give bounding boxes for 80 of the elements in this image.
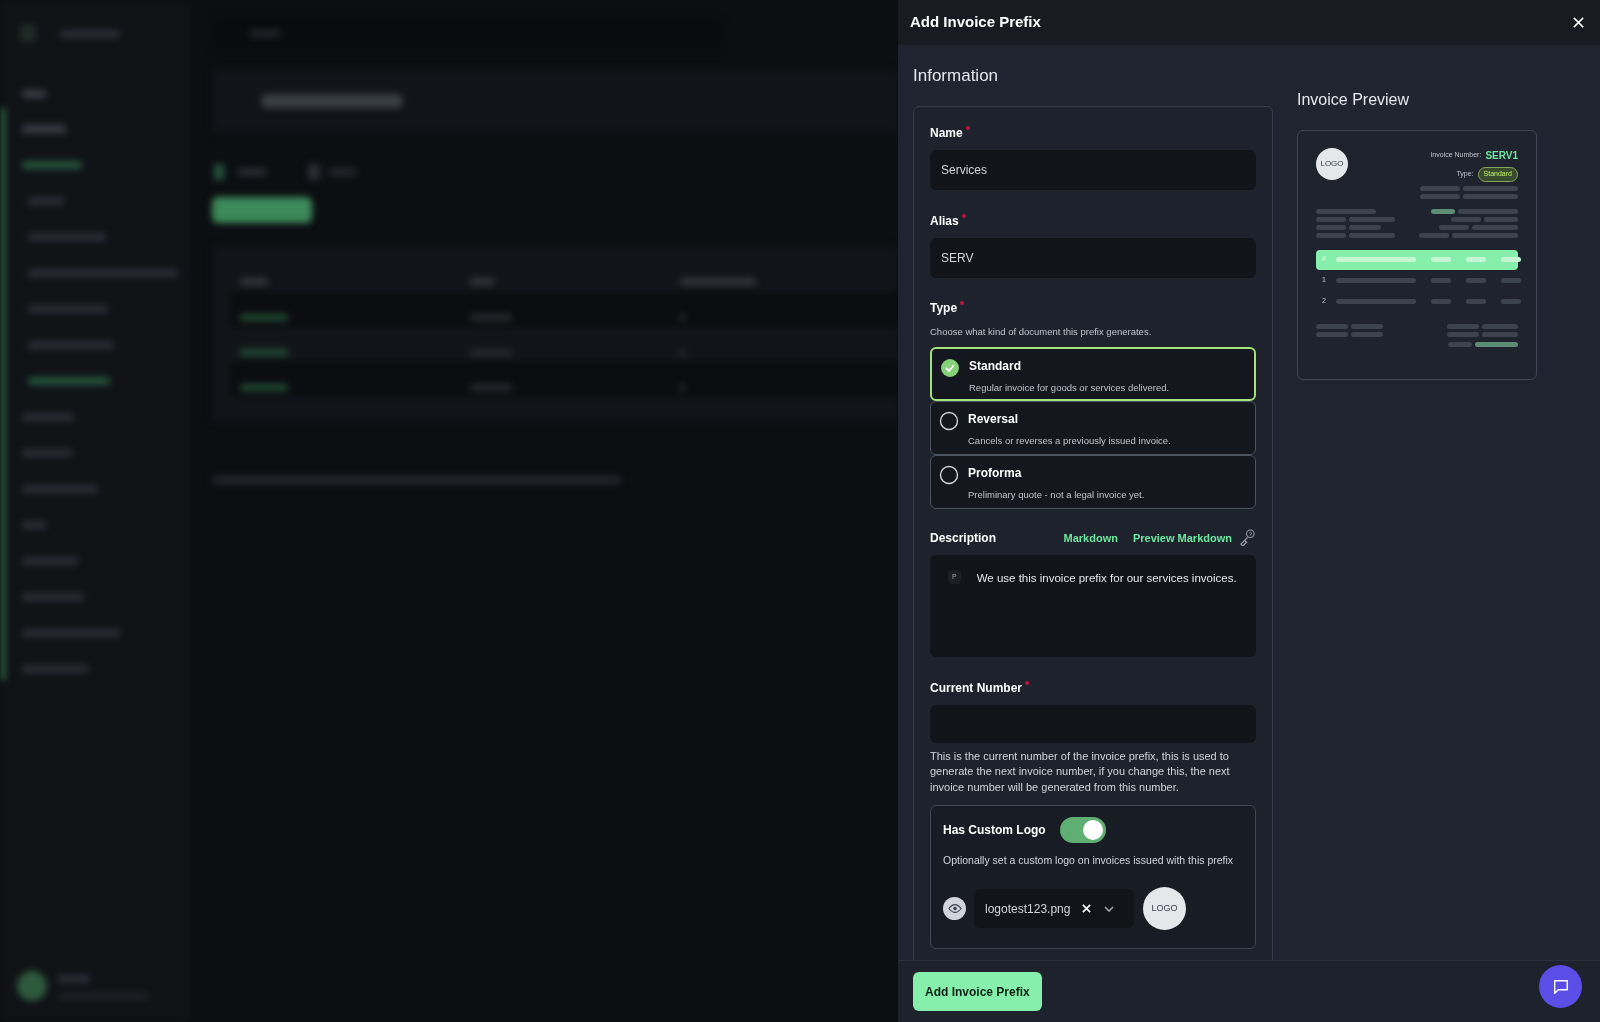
placeholder-bar (1500, 278, 1521, 283)
radio-icon[interactable] (939, 464, 959, 485)
placeholder-bar (1465, 257, 1486, 262)
placeholder-bar (1500, 299, 1521, 304)
add-invoice-prefix-button[interactable]: Add Invoice Prefix (913, 972, 1042, 1011)
field-label: Has Custom Logo (943, 822, 1046, 840)
file-name: logotest123.png (985, 900, 1071, 918)
preview-button[interactable] (943, 897, 966, 920)
placeholder-bar (1447, 323, 1479, 329)
type-option[interactable]: Proforma Preliminary quote - not a legal invoice yet. (930, 454, 1256, 509)
placeholder-bar (1463, 193, 1518, 199)
markdown-tab[interactable]: Preview Markdown (1132, 529, 1232, 546)
text-input[interactable]: SERV (930, 237, 1256, 278)
placeholder-bar (1484, 216, 1518, 222)
drawer-title: Add Invoice Prefix (910, 12, 1041, 33)
option-description: Cancels or reverses a previously issued invoice. (968, 433, 1171, 448)
description-text: We use this invoice prefix for our services invoices. (976, 570, 1237, 586)
invoice-number: SERV1 (1485, 149, 1518, 163)
placeholder-bar (1482, 331, 1518, 337)
placeholder-bar (1316, 323, 1348, 329)
field-label: Name (930, 124, 963, 142)
placeholder-bar (1439, 224, 1469, 230)
text-input[interactable]: Services (930, 149, 1256, 190)
close-icon (1571, 16, 1585, 29)
placeholder-bar (1463, 185, 1518, 191)
section-title: Information (913, 65, 1000, 87)
file-select[interactable]: logotest123.png (974, 889, 1134, 928)
placeholder-bar (1458, 208, 1518, 214)
option-description: Regular invoice for goods or services delivered. (969, 380, 1170, 395)
placeholder-bar (1351, 331, 1383, 337)
placeholder-bar (1419, 232, 1449, 238)
clear-icon[interactable] (1082, 904, 1092, 913)
option-title: Standard (969, 357, 1022, 375)
placeholder-bar (1472, 224, 1518, 230)
placeholder-bar (1500, 257, 1521, 262)
placeholder-bar (1452, 232, 1518, 238)
logo-text: LOGO (1151, 901, 1178, 915)
placeholder-bar (1430, 299, 1451, 304)
placeholder-bar (1448, 341, 1472, 347)
help-text: Optionally set a custom logo on invoices issued with this prefix (943, 853, 1235, 869)
placeholder-bar (1316, 331, 1348, 337)
help-icon[interactable] (1239, 529, 1256, 547)
placeholder-bar (1475, 341, 1518, 347)
checked-radio-icon[interactable] (940, 357, 960, 378)
radio-icon[interactable] (939, 410, 959, 431)
logo-text: LOGO (1320, 158, 1344, 170)
eye-icon (947, 903, 962, 914)
placeholder-bar (1420, 193, 1460, 199)
type-option[interactable]: Reversal Cancels or reverses a previously issued invoice. (930, 400, 1256, 455)
placeholder-bar (1431, 208, 1455, 214)
chat-icon (1551, 977, 1570, 996)
placeholder-bar (1451, 216, 1481, 222)
field-label: Description (930, 529, 996, 547)
placeholder-bar (1482, 323, 1518, 329)
placeholder-bar (1420, 185, 1460, 191)
field-label: Current Number (930, 679, 1022, 697)
section-title: Invoice Preview (1297, 90, 1411, 110)
placeholder-bar (1430, 278, 1451, 283)
placeholder-bar (1351, 323, 1383, 329)
help-text: This is the current number of the invoice prefix, this is used to generate the next invoice number, if you change this, the next invoice number will be generated from this number. (930, 748, 1231, 795)
option-title: Reversal (968, 410, 1020, 428)
placeholder-bar (1316, 232, 1346, 238)
placeholder-bar (1465, 299, 1486, 304)
placeholder-bar (1349, 216, 1395, 222)
option-description: Preliminary quote - not a legal invoice yet. (968, 487, 1145, 502)
placeholder-bar (1465, 278, 1486, 283)
placeholder-bar (1349, 224, 1381, 230)
field-label: Type (930, 299, 958, 317)
markdown-tab[interactable]: Markdown (1063, 529, 1118, 546)
toggle-switch[interactable] (1059, 817, 1106, 844)
option-title: Proforma (968, 464, 1023, 482)
placeholder-bar (1316, 224, 1346, 230)
placeholder-bar (1316, 208, 1376, 214)
placeholder-bar (1447, 331, 1479, 337)
placeholder-bar (1316, 216, 1346, 222)
placeholder-bar (1349, 232, 1395, 238)
field-label: Alias (930, 212, 959, 230)
help-text: Choose what kind of document this prefix generates. (930, 324, 1153, 339)
type-option[interactable]: Standard Regular invoice for goods or services delivered. (930, 346, 1256, 401)
placeholder-bar (1430, 257, 1451, 262)
